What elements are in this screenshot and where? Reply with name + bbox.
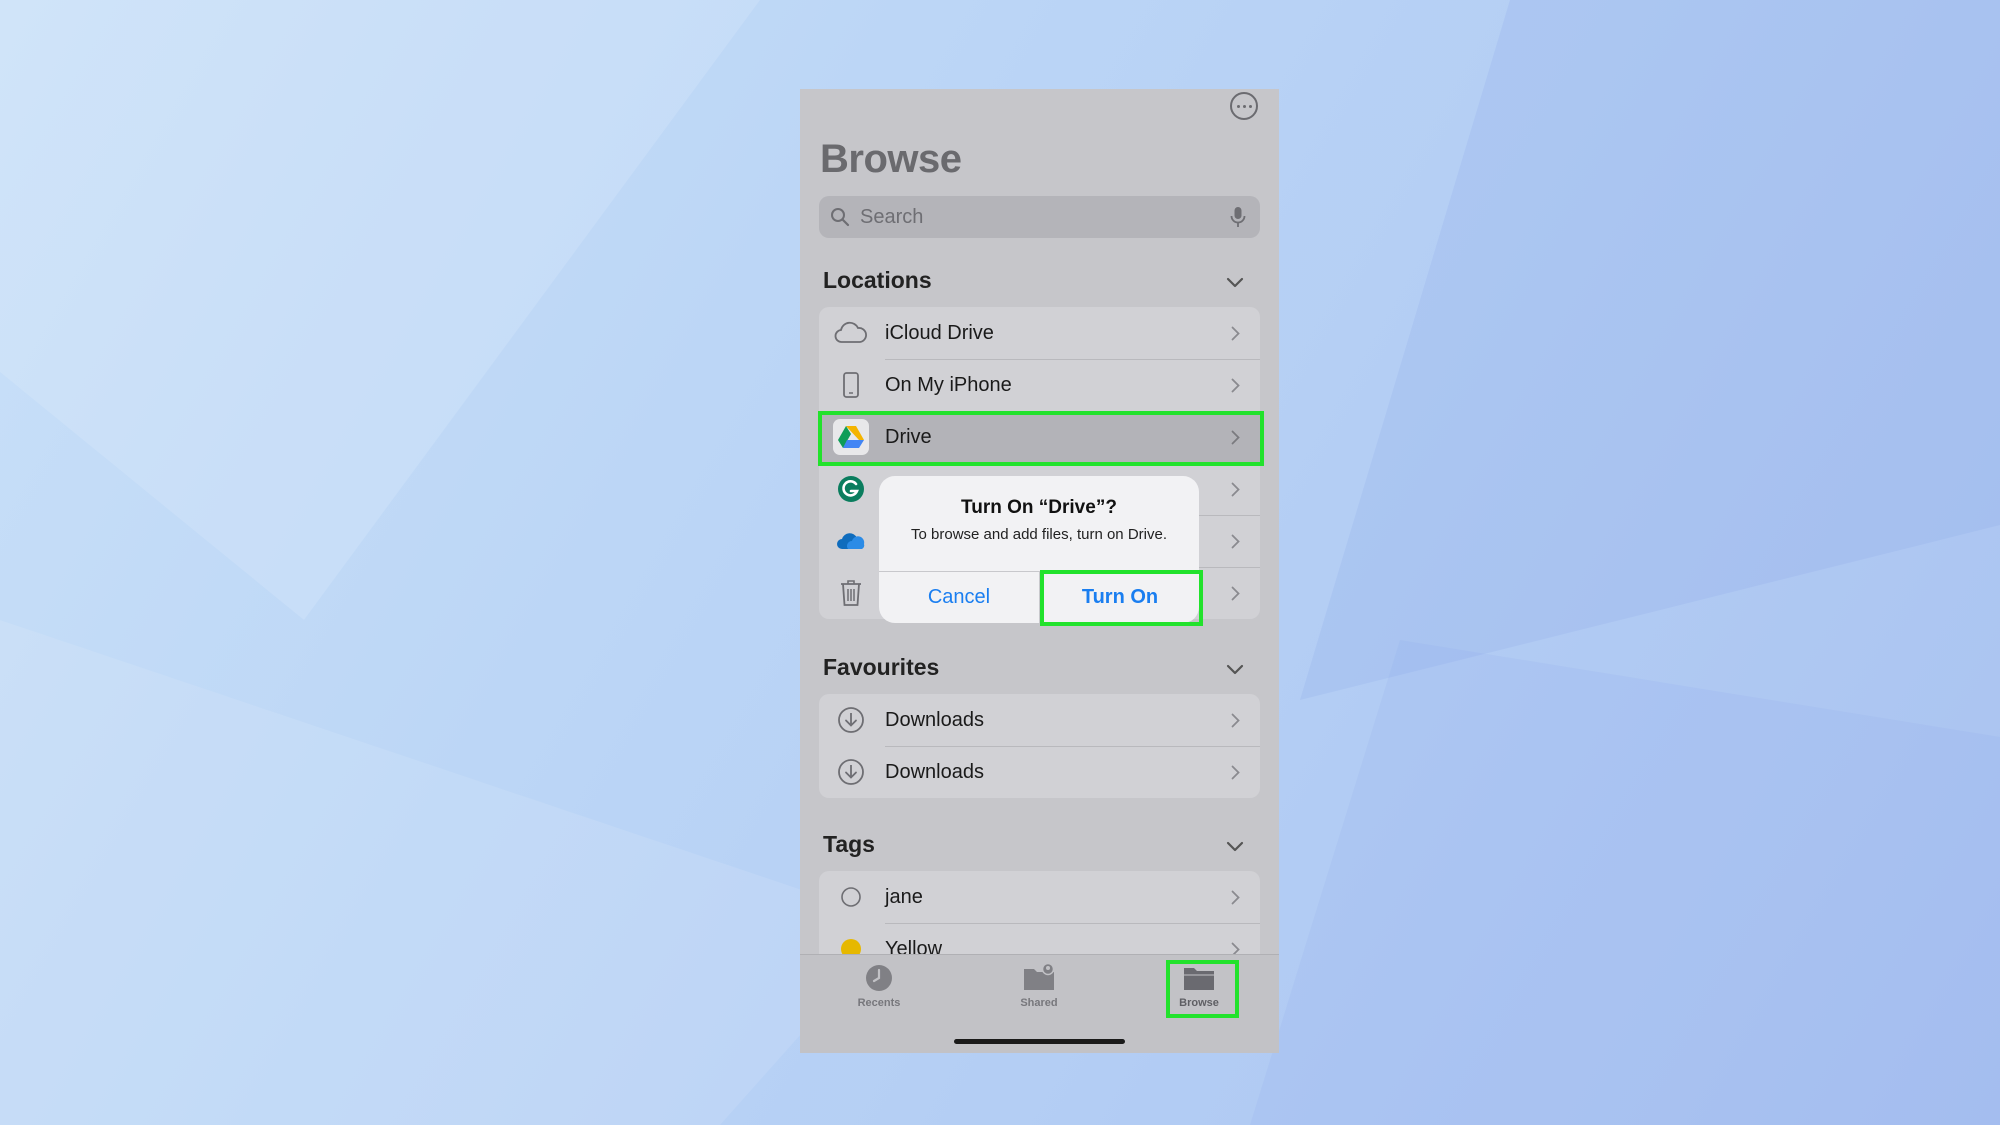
grammarly-icon [833, 471, 869, 507]
background-facet [0, 0, 760, 620]
section-header-favourites: Favourites [823, 654, 940, 680]
tag-item-jane[interactable]: jane [819, 871, 1260, 923]
tab-label: Recents [857, 997, 901, 1009]
cancel-button[interactable]: Cancel [879, 572, 1039, 623]
favourite-item-downloads[interactable]: Downloads [819, 694, 1260, 746]
download-icon [833, 702, 869, 738]
chevron-right-icon [1231, 534, 1240, 549]
search-input[interactable] [858, 204, 1228, 230]
tag-label: jane [885, 885, 923, 908]
download-icon [833, 754, 869, 790]
onedrive-icon [833, 523, 869, 559]
search-icon [831, 208, 850, 227]
turn-on-button[interactable]: Turn On [1040, 572, 1199, 623]
chevron-down-icon[interactable] [1225, 277, 1245, 289]
chevron-down-icon[interactable] [1225, 664, 1245, 676]
page-title: Browse [820, 137, 962, 181]
background-facet [1300, 0, 2000, 700]
folder-icon [1184, 968, 1214, 990]
chevron-right-icon [1231, 890, 1240, 905]
background-facet [1250, 640, 2000, 1125]
favourites-list: Downloads Downloads [819, 694, 1260, 798]
location-item-drive[interactable]: Drive [819, 411, 1260, 463]
search-bar[interactable] [819, 196, 1260, 238]
trash-icon [833, 575, 869, 611]
favourite-label: Downloads [885, 760, 984, 783]
location-label: Drive [885, 425, 932, 448]
favourite-label: Downloads [885, 708, 984, 731]
chevron-right-icon [1231, 586, 1240, 601]
tab-browse[interactable]: Browse [1154, 963, 1244, 1009]
iphone-icon [833, 367, 869, 403]
microphone-icon[interactable] [1228, 206, 1248, 228]
chevron-down-icon[interactable] [1225, 841, 1245, 853]
section-header-tags: Tags [823, 831, 875, 857]
tab-label: Shared [1020, 997, 1058, 1009]
chevron-right-icon [1231, 765, 1240, 780]
chevron-right-icon [1231, 378, 1240, 393]
tab-label: Browse [1179, 997, 1219, 1009]
location-item-icloud-drive[interactable]: iCloud Drive [819, 307, 1260, 359]
location-label: iCloud Drive [885, 321, 994, 344]
chevron-right-icon [1231, 713, 1240, 728]
shared-folder-icon [1024, 963, 1055, 990]
chevron-right-icon [1231, 326, 1240, 341]
location-item-on-my-iphone[interactable]: On My iPhone [819, 359, 1260, 411]
alert-title: Turn On “Drive”? [961, 497, 1117, 518]
clock-icon [866, 965, 892, 991]
google-drive-icon [833, 419, 869, 455]
tag-circle-empty-icon [833, 879, 869, 915]
location-label: On My iPhone [885, 373, 1012, 396]
turn-on-drive-alert: Turn On “Drive”? To browse and add files… [879, 476, 1199, 623]
home-indicator[interactable] [954, 1039, 1125, 1044]
cloud-icon [833, 315, 869, 351]
alert-message: To browse and add files, turn on Drive. [911, 526, 1167, 543]
favourite-item-downloads[interactable]: Downloads [819, 746, 1260, 798]
phone-screen: Browse Locations iCloud Drive On [800, 89, 1279, 1053]
chevron-right-icon [1231, 430, 1240, 445]
chevron-right-icon [1231, 482, 1240, 497]
more-options-icon[interactable] [1230, 92, 1258, 120]
section-header-locations: Locations [823, 267, 932, 293]
background-facet [0, 620, 900, 1125]
tab-shared[interactable]: Shared [994, 963, 1084, 1009]
tab-recents[interactable]: Recents [834, 963, 924, 1009]
